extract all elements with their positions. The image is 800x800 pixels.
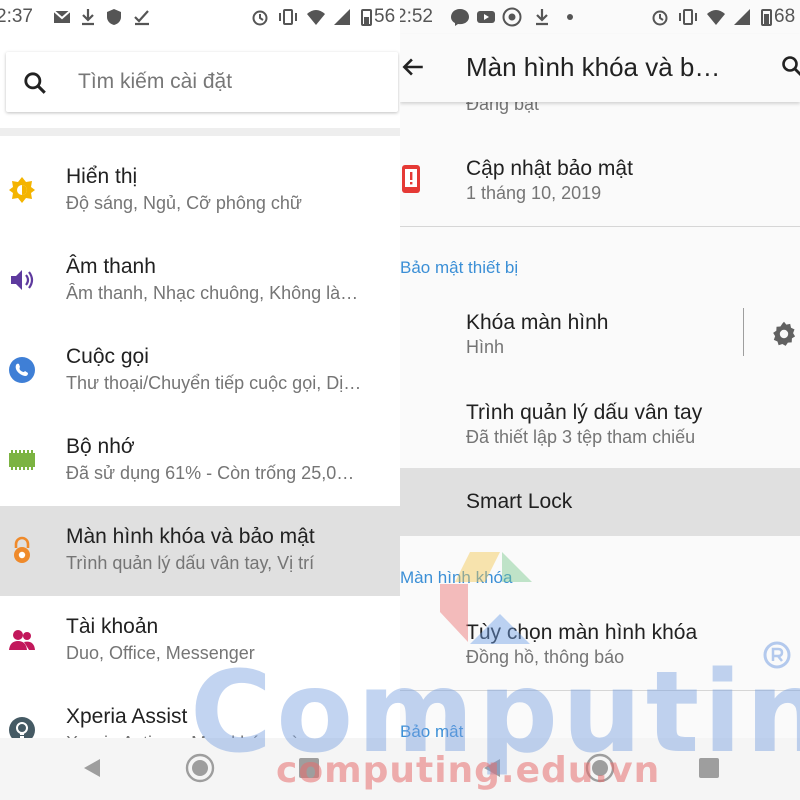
security-update-icon [402,165,420,193]
status-time: 2:37 [0,6,33,27]
section-header-device-security: Bảo mật thiết bị [400,258,519,277]
signal-icon [734,9,750,25]
vertical-divider [743,308,744,356]
alarm-icon [652,10,668,26]
done-all-icon [134,10,149,26]
item-subtitle: Âm thanh, Nhạc chuông, Không là… [66,283,359,303]
item-title: Xperia Assist [66,705,188,728]
settings-item-lock-security[interactable]: Màn hình khóa và bảo mật Trình quản lý d… [0,506,400,596]
item-title: Hiển thị [66,165,138,188]
battery-icon [361,9,372,26]
gear-icon[interactable] [770,320,798,348]
status-time: 2:52 [400,6,433,27]
alarm-icon [252,10,268,26]
item-subtitle: Đã sử dụng 61% - Còn trống 25,0… [66,463,355,483]
wifi-icon [307,10,325,25]
divider [0,128,400,136]
smart-lock-item[interactable]: Smart Lock [400,468,800,536]
battery-percent: 56 [374,6,396,27]
display-brightness-icon [9,177,35,203]
app-toolbar: Màn hình khóa và b… [400,34,800,102]
settings-item-sound[interactable]: Âm thanh Âm thanh, Nhạc chuông, Không là… [0,236,400,326]
item-subtitle: Thư thoại/Chuyển tiếp cuộc gọi, Dị… [66,373,362,393]
item-title: Bộ nhớ [66,435,135,458]
battery-percent: 68 [774,6,796,27]
memory-chip-icon [9,450,35,470]
registered-mark-icon [763,641,791,669]
lock-icon [14,536,30,563]
settings-item-calls[interactable]: Cuộc gọi Thư thoại/Chuyển tiếp cuộc gọi,… [0,326,400,416]
item-subtitle: Đã thiết lập 3 tệp tham chiếu [466,427,696,447]
watermark-logo-icon [440,552,532,644]
item-title: Smart Lock [466,490,573,513]
divider [400,226,800,227]
item-title: Màn hình khóa và bảo mật [66,525,315,548]
gmail-icon [53,10,71,23]
status-bar-right: 2:52 68 [400,0,800,34]
item-subtitle: Độ sáng, Ngủ, Cỡ phông chữ [66,193,302,213]
wifi-icon [707,10,725,25]
item-title: Khóa màn hình [466,311,609,334]
back-nav-icon[interactable] [80,756,104,780]
vibrate-icon [679,9,697,25]
item-title: Âm thanh [66,255,156,278]
vibrate-icon [279,9,297,25]
search-bar[interactable]: Tìm kiếm cài đặt [6,52,398,112]
settings-item-display[interactable]: Hiển thị Độ sáng, Ngủ, Cỡ phông chữ [0,146,400,236]
messenger-icon [451,9,469,26]
item-title: Tài khoản [66,615,159,638]
item-title: Cuộc gọi [66,345,149,368]
search-icon[interactable] [780,54,800,78]
search-placeholder[interactable]: Tìm kiếm cài đặt [78,70,232,94]
item-subtitle: Trình quản lý dấu vân tay, Vị trí [66,553,315,573]
back-arrow-icon[interactable] [400,54,426,80]
item-title: Cập nhật bảo mật [466,157,633,180]
chrome-icon [502,7,522,27]
page-title: Màn hình khóa và b… [466,52,721,82]
search-icon [24,72,46,94]
status-bar-left: 2:37 56 [0,0,400,34]
signal-icon [334,9,350,25]
shield-icon [107,9,121,25]
download-icon [82,9,94,26]
settings-item-storage[interactable]: Bộ nhớ Đã sử dụng 61% - Còn trống 25,0… [0,416,400,506]
watermark-url: computing.edu.vn [276,750,661,791]
account-icon [9,630,35,650]
phone-icon [9,357,35,383]
battery-icon [761,9,772,26]
youtube-icon [477,11,495,23]
item-title: Trình quản lý dấu vân tay [466,401,703,424]
item-subtitle: 1 tháng 10, 2019 [466,183,602,203]
download-icon [536,9,548,26]
item-subtitle: Hình [466,337,505,357]
volume-icon [11,270,34,290]
dot-icon [567,14,573,20]
